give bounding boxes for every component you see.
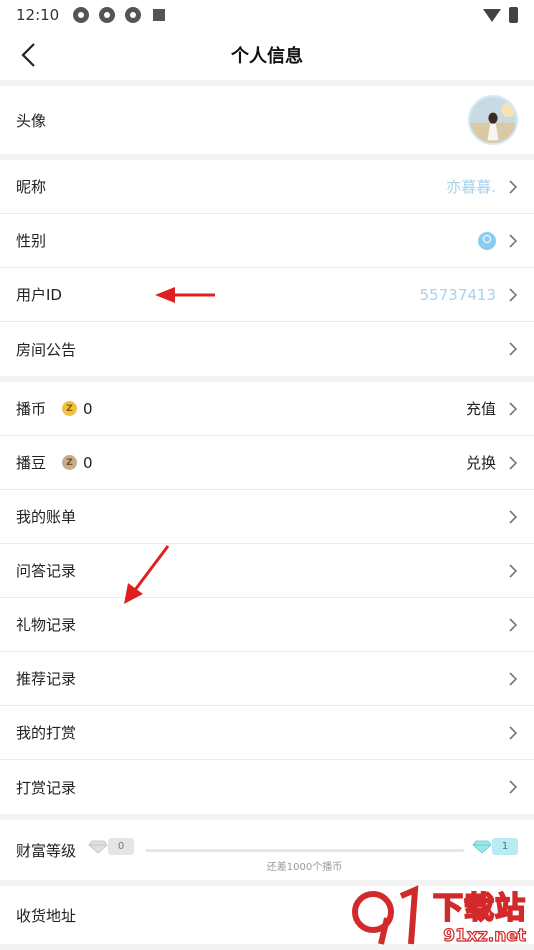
wallet-group: 播币 Z 0 充值 播豆 Z 0 兑换 我的账单 问答记录 礼物记录 推荐记录 … [0,382,534,814]
watermark-url: 91xz.net [443,925,527,946]
next-level: 1 [472,838,518,855]
user-id-row[interactable]: 用户ID 55737413 [0,268,534,322]
address-label: 收货地址 [16,906,77,925]
page-title: 个人信息 [231,46,303,67]
beans-row[interactable]: 播豆 Z 0 兑换 [0,436,534,490]
nickname-label: 昵称 [16,178,47,196]
chevron-right-icon [509,342,518,356]
gender-label: 性别 [16,232,47,250]
recommend-record-row[interactable]: 推荐记录 [0,652,534,706]
qa-record-label: 问答记录 [16,562,77,580]
chevron-right-icon [509,780,518,794]
current-level: 0 [88,838,135,855]
beans-label: 播豆 [16,454,47,472]
gift-record-row[interactable]: 礼物记录 [0,598,534,652]
level-progress-hint: 还差1000个播币 [266,862,343,873]
room-notice-row[interactable]: 房间公告 [0,322,534,376]
room-notice-label: 房间公告 [16,340,77,359]
user-id-value: 55737413 [419,285,496,304]
notification-icon [99,7,116,23]
wealth-group: 财富等级 0 还差1000个播币 1 [0,820,534,880]
chevron-right-icon [509,287,518,302]
gift-record-label: 礼物记录 [16,616,77,634]
app-notification-icon [153,9,166,21]
current-level-badge: 0 [108,838,135,855]
my-bill-row[interactable]: 我的账单 [0,490,534,544]
chevron-right-icon [509,455,518,470]
battery-icon [509,7,518,23]
gender-row[interactable]: 性别 [0,214,534,268]
coins-count: 0 [83,399,93,418]
user-id-label: 用户ID [16,286,62,304]
my-bill-label: 我的账单 [16,508,77,526]
recharge-link[interactable]: 充值 [466,398,496,419]
coins-row[interactable]: 播币 Z 0 充值 [0,382,534,436]
diamond-icon [88,840,108,854]
chevron-right-icon [509,401,518,416]
wifi-icon [483,8,501,22]
watermark: 下载站 91xz.net [351,882,527,947]
chevron-right-icon [509,233,518,248]
chevron-right-icon [509,563,518,578]
watermark-logo-icon [352,885,419,945]
chevron-right-icon [509,725,518,740]
nav-bar: 个人信息 [0,30,534,80]
wealth-level-row[interactable]: 财富等级 0 还差1000个播币 1 [0,820,534,880]
status-bar: 12:10 [0,0,534,30]
reward-record-row[interactable]: 打赏记录 [0,760,534,814]
nickname-row[interactable]: 昵称 亦暮暮. [0,160,534,214]
chevron-right-icon [509,179,518,194]
recommend-record-label: 推荐记录 [16,670,77,688]
avatar-label: 头像 [16,111,47,130]
reward-record-label: 打赏记录 [16,778,77,797]
exchange-link[interactable]: 兑换 [466,452,496,473]
diamond-icon [472,840,492,854]
status-time: 12:10 [16,6,60,24]
profile-group: 昵称 亦暮暮. 性别 用户ID 55737413 房间公告 [0,160,534,376]
beans-count: 0 [83,453,93,472]
wealth-label: 财富等级 [16,842,77,860]
qa-record-row[interactable]: 问答记录 [0,544,534,598]
my-reward-row[interactable]: 我的打赏 [0,706,534,760]
notification-icon [125,7,142,23]
next-level-badge: 1 [492,838,518,855]
chevron-right-icon [509,617,518,632]
female-gender-icon [478,231,496,250]
avatar-group: 头像 [0,86,534,154]
nickname-value: 亦暮暮. [446,178,496,196]
avatar[interactable] [468,95,518,145]
my-reward-label: 我的打赏 [16,724,77,742]
level-progress-track [145,849,464,852]
watermark-title: 下载站 [432,891,526,927]
chevron-right-icon [509,671,518,686]
notification-icon [73,7,90,23]
avatar-row[interactable]: 头像 [0,86,534,154]
chevron-right-icon [509,509,518,524]
coin-icon: Z [62,401,78,416]
coins-label: 播币 [16,400,47,418]
bean-icon: Z [62,455,78,470]
back-arrow-icon[interactable] [18,42,42,68]
